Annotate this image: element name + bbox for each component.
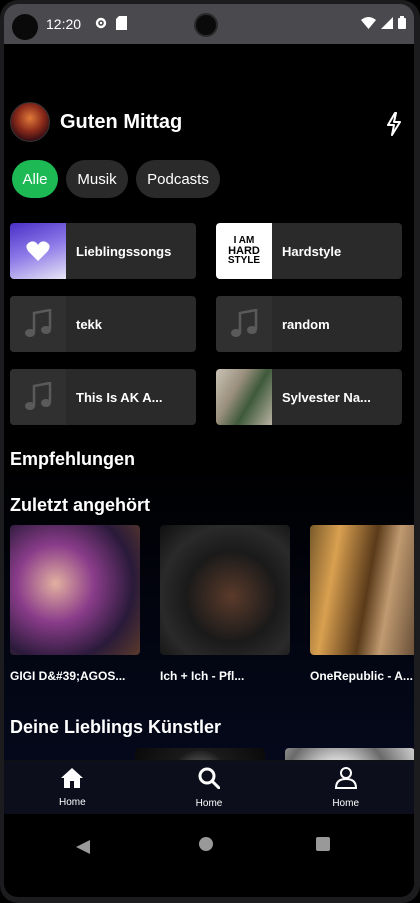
card-label: GIGI D&#39;AGOS... xyxy=(10,669,126,683)
camera-cutout xyxy=(12,14,38,40)
section-artists: Deine Lieblings Künstler xyxy=(10,717,222,737)
shortcut-label: Sylvester Na... xyxy=(282,389,371,405)
person-icon xyxy=(334,766,357,794)
chip-musik[interactable]: Musik xyxy=(66,160,128,198)
home-button[interactable] xyxy=(199,837,213,851)
front-camera xyxy=(194,13,218,37)
music-note-icon xyxy=(10,369,66,425)
section-recommendations: Empfehlungen xyxy=(10,449,135,469)
shortcut-tile[interactable]: random xyxy=(216,296,402,352)
device-frame: 12:20 Guten Mittag Alle Musik Podcasts L… xyxy=(0,0,420,903)
battery-icon xyxy=(398,16,406,32)
recent-list: GIGI D&#39;AGOS... Ich + Ich - Pfl... On… xyxy=(10,525,414,683)
shortcut-label: Lieblingssongs xyxy=(76,243,172,259)
hardstyle-logo: I AM HARD STYLE xyxy=(216,223,272,279)
card-label: Ich + Ich - Pfl... xyxy=(160,669,245,683)
status-right xyxy=(361,16,406,32)
home-icon xyxy=(61,767,84,793)
search-icon xyxy=(198,767,221,794)
card-label: OneRepublic - A... xyxy=(310,669,413,683)
shortcut-tile[interactable]: I AM HARD STYLE Hardstyle xyxy=(216,223,402,279)
home-header: Guten Mittag xyxy=(10,102,182,142)
shortcut-grid: Lieblingssongs I AM HARD STYLE Hardstyle xyxy=(10,223,402,425)
nav-label: Home xyxy=(58,796,86,808)
shortcut-label: random xyxy=(282,316,330,332)
lightning-icon[interactable] xyxy=(386,112,402,141)
signal-icon xyxy=(381,16,393,32)
recent-card[interactable]: OneRepublic - A... xyxy=(310,525,414,683)
shortcut-tile[interactable]: Sylvester Na... xyxy=(216,369,402,425)
page-title: Guten Mittag xyxy=(60,110,183,133)
wifi-icon xyxy=(361,16,376,32)
nav-profile[interactable]: Home xyxy=(277,761,414,814)
nav-label: Home xyxy=(332,797,360,809)
section-recent: Zuletzt angehört xyxy=(10,495,150,515)
nav-label: Home xyxy=(195,797,223,809)
album-cover xyxy=(160,525,290,655)
filter-chips: Alle Musik Podcasts xyxy=(12,160,220,198)
shortcut-label: Hardstyle xyxy=(282,243,342,259)
settings-icon xyxy=(94,16,108,33)
nav-search[interactable]: Home xyxy=(141,761,278,814)
system-nav xyxy=(4,814,414,897)
shortcut-tile[interactable]: Lieblingssongs xyxy=(10,223,196,279)
shortcut-label: This Is AK A... xyxy=(76,389,163,405)
recents-button[interactable] xyxy=(316,837,330,851)
music-note-icon xyxy=(10,296,66,352)
chip-podcasts[interactable]: Podcasts xyxy=(136,160,220,198)
back-icon[interactable] xyxy=(76,840,90,859)
screen: 12:20 Guten Mittag Alle Musik Podcasts L… xyxy=(4,4,414,897)
chip-alle[interactable]: Alle xyxy=(12,160,58,198)
status-time: 12:20 xyxy=(46,16,82,32)
album-cover xyxy=(10,525,140,655)
heart-icon xyxy=(10,223,66,279)
bottom-nav: Home Home Home xyxy=(4,760,414,814)
recent-card[interactable]: GIGI D&#39;AGOS... xyxy=(10,525,140,683)
nav-home[interactable]: Home xyxy=(4,761,141,814)
shortcut-tile[interactable]: This Is AK A... xyxy=(10,369,196,425)
album-cover xyxy=(310,525,414,655)
music-note-icon xyxy=(216,296,272,352)
sd-card-icon xyxy=(116,16,127,33)
playlist-cover xyxy=(216,369,272,425)
status-bar: 12:20 xyxy=(4,4,414,44)
shortcut-tile[interactable]: tekk xyxy=(10,296,196,352)
avatar[interactable] xyxy=(10,102,50,142)
recent-card[interactable]: Ich + Ich - Pfl... xyxy=(160,525,290,683)
home-content: Guten Mittag Alle Musik Podcasts Lieblin… xyxy=(4,44,414,808)
logo-line: STYLE xyxy=(227,255,261,266)
shortcut-label: tekk xyxy=(76,316,103,332)
